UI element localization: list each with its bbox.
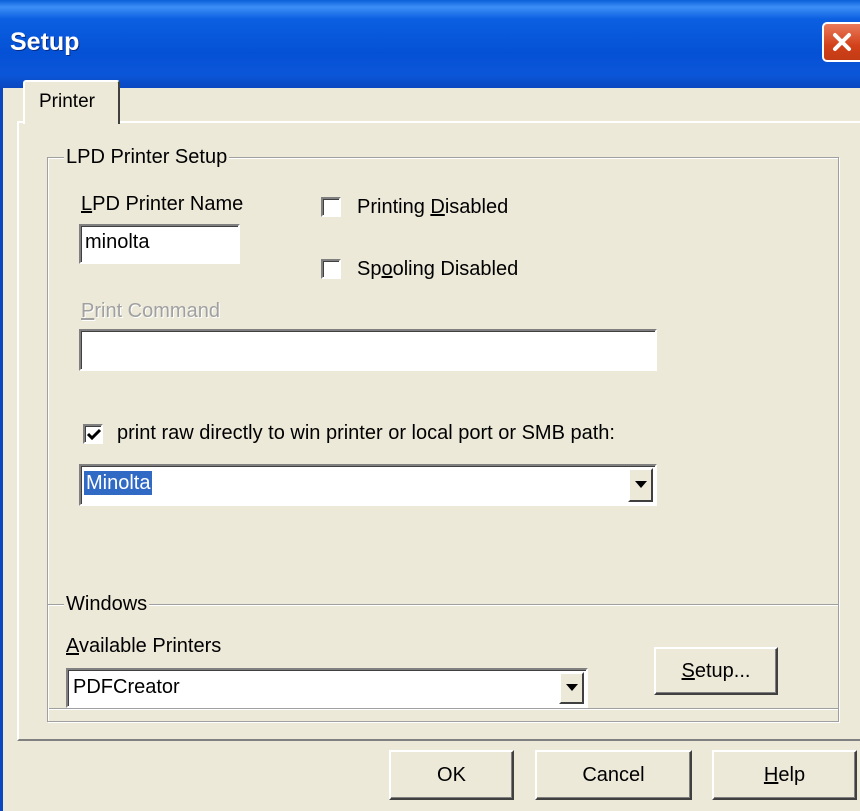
- lpd-group-title: LPD Printer Setup: [64, 145, 230, 169]
- help-button-label: Help: [763, 763, 806, 786]
- raw-target-dropdown-button[interactable]: [628, 468, 653, 502]
- spooling-disabled-checkbox[interactable]: [321, 259, 341, 279]
- printing-disabled-checkbox[interactable]: [321, 197, 341, 217]
- available-printers-combobox[interactable]: PDFCreator: [66, 668, 588, 708]
- ok-button[interactable]: OK: [389, 750, 514, 800]
- window-frame-left: [0, 88, 3, 811]
- cancel-button[interactable]: Cancel: [535, 750, 692, 800]
- available-printers-value: PDFCreator: [73, 676, 180, 698]
- window-title: Setup: [10, 28, 80, 56]
- lpd-printer-name-value: minolta: [85, 231, 150, 253]
- chevron-down-icon: [565, 684, 578, 691]
- title-bar: Setup: [0, 0, 860, 88]
- print-command-input[interactable]: [79, 329, 657, 371]
- ok-button-label: OK: [437, 763, 466, 786]
- tab-printer[interactable]: Printer: [23, 80, 120, 124]
- windows-group-title: Windows: [64, 592, 150, 616]
- spooling-disabled-label: Spooling Disabled: [357, 258, 519, 280]
- setup-button[interactable]: Setup...: [654, 647, 778, 695]
- lpd-printer-name-label: LPD Printer Name: [81, 193, 244, 215]
- cancel-button-label: Cancel: [582, 763, 645, 786]
- print-command-label: Print Command: [81, 300, 220, 322]
- chevron-down-icon: [634, 481, 647, 488]
- lpd-printer-name-input[interactable]: minolta: [79, 224, 240, 264]
- help-button[interactable]: Help: [712, 750, 857, 800]
- available-printers-label: Available Printers: [66, 635, 222, 657]
- printing-disabled-label: Printing Disabled: [357, 196, 509, 218]
- close-button[interactable]: [822, 22, 860, 62]
- setup-button-label: Setup...: [681, 659, 751, 682]
- checkmark-icon: [86, 428, 102, 441]
- close-icon: [833, 33, 851, 51]
- print-raw-checkbox[interactable]: [83, 424, 103, 444]
- raw-target-combobox[interactable]: Minolta: [79, 464, 657, 506]
- raw-target-value: Minolta: [84, 471, 153, 495]
- available-printers-dropdown-button[interactable]: [559, 672, 584, 704]
- print-raw-label: print raw directly to win printer or loc…: [117, 422, 615, 444]
- tab-printer-label: Printer: [39, 91, 95, 112]
